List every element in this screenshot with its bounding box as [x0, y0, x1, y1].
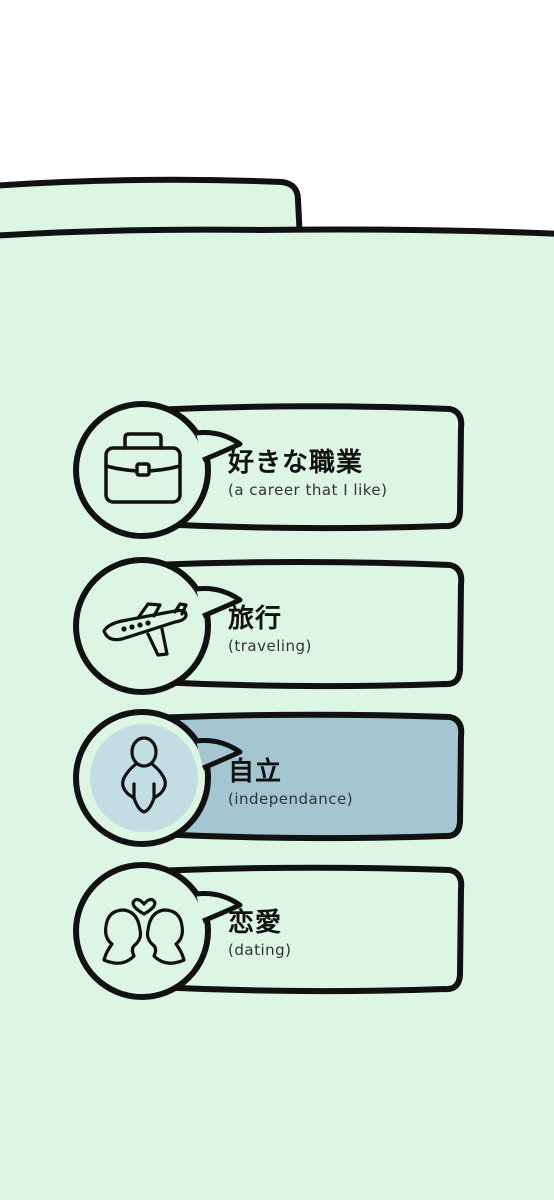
choice-label-en: (a career that I like): [228, 481, 388, 499]
choice-independance-text: 自立 (independance): [228, 757, 448, 809]
choice-icon-bubble: [73, 862, 211, 1000]
scene: [0, 176, 554, 1200]
choice-dating-text: 恋愛 (dating): [228, 908, 448, 960]
choice-label-jp: 好きな職業: [228, 448, 364, 478]
choice-traveling-text: 旅行 (traveling): [228, 604, 448, 656]
choice-label-en: (traveling): [228, 637, 312, 655]
choice-label-jp: 旅行: [228, 604, 283, 634]
folder: [0, 176, 554, 1200]
choice-career-text: 好きな職業 (a career that I like): [228, 448, 448, 500]
choice-label-jp: 恋愛: [228, 908, 283, 938]
choice-label-en: (independance): [228, 790, 354, 808]
choice-label-jp: 自立: [228, 757, 283, 787]
choice-label-en: (dating): [228, 941, 292, 959]
selected-highlight: [90, 724, 198, 832]
